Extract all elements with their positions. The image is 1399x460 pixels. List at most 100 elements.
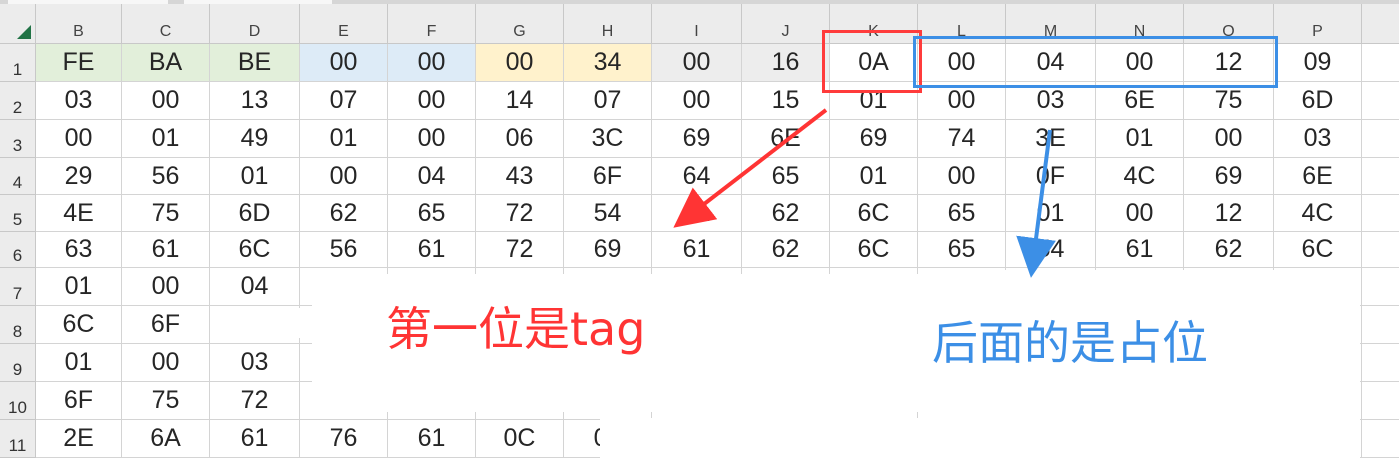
cell-b5[interactable]: 4E — [36, 195, 122, 232]
cell-d2[interactable]: 13 — [210, 82, 300, 120]
column-header-m[interactable]: M — [1006, 4, 1096, 44]
cell-l1[interactable]: 00 — [918, 44, 1006, 82]
cell-l2[interactable]: 00 — [918, 82, 1006, 120]
cell-partial[interactable] — [1362, 382, 1399, 420]
cell-j3[interactable]: 6E — [742, 120, 830, 158]
cell-e6[interactable]: 56 — [300, 232, 388, 268]
cell-partial[interactable] — [1362, 268, 1399, 306]
cell-f3[interactable]: 00 — [388, 120, 476, 158]
cell-m3[interactable]: 3E — [1006, 120, 1096, 158]
cell-p6[interactable]: 6C — [1274, 232, 1362, 268]
cell-c8[interactable]: 6F — [122, 306, 210, 344]
cell-b1[interactable]: FE — [36, 44, 122, 82]
cell-k6[interactable]: 6C — [830, 232, 918, 268]
cell-e5[interactable]: 62 — [300, 195, 388, 232]
cell-b10[interactable]: 6F — [36, 382, 122, 420]
cell-k1[interactable]: 0A — [830, 44, 918, 82]
column-header-c[interactable]: C — [122, 4, 210, 44]
cell-f6[interactable]: 61 — [388, 232, 476, 268]
cell-p3[interactable]: 03 — [1274, 120, 1362, 158]
row-header-9[interactable]: 9 — [0, 344, 36, 382]
cell-f4[interactable]: 04 — [388, 158, 476, 195]
row-header-11[interactable]: 11 — [0, 420, 36, 458]
row-header-7[interactable]: 7 — [0, 268, 36, 306]
cell-c2[interactable]: 00 — [122, 82, 210, 120]
column-header-i[interactable]: I — [652, 4, 742, 44]
cell-partial[interactable] — [1362, 344, 1399, 382]
cell-m2[interactable]: 03 — [1006, 82, 1096, 120]
row-header-8[interactable]: 8 — [0, 306, 36, 344]
cell-m1[interactable]: 04 — [1006, 44, 1096, 82]
cell-c6[interactable]: 61 — [122, 232, 210, 268]
cell-g11[interactable]: 0C — [476, 420, 564, 458]
cell-o2[interactable]: 75 — [1184, 82, 1274, 120]
cell-o5[interactable]: 12 — [1184, 195, 1274, 232]
row-header-4[interactable]: 4 — [0, 158, 36, 195]
cell-c9[interactable]: 00 — [122, 344, 210, 382]
column-header-e[interactable]: E — [300, 4, 388, 44]
cell-n5[interactable]: 00 — [1096, 195, 1184, 232]
cell-j1[interactable]: 16 — [742, 44, 830, 82]
cell-b7[interactable]: 01 — [36, 268, 122, 306]
cell-j5[interactable]: 62 — [742, 195, 830, 232]
cell-b8[interactable]: 6C — [36, 306, 122, 344]
cell-b9[interactable]: 01 — [36, 344, 122, 382]
row-header-2[interactable]: 2 — [0, 82, 36, 120]
cell-b2[interactable]: 03 — [36, 82, 122, 120]
column-header-b[interactable]: B — [36, 4, 122, 44]
column-header-l[interactable]: L — [918, 4, 1006, 44]
column-header-h[interactable]: H — [564, 4, 652, 44]
cell-h2[interactable]: 07 — [564, 82, 652, 120]
cell-l6[interactable]: 65 — [918, 232, 1006, 268]
cell-f11[interactable]: 61 — [388, 420, 476, 458]
row-header-1[interactable]: 1 — [0, 44, 36, 82]
cell-l3[interactable]: 74 — [918, 120, 1006, 158]
cell-i4[interactable]: 64 — [652, 158, 742, 195]
row-header-5[interactable]: 5 — [0, 195, 36, 232]
cell-p2[interactable]: 6D — [1274, 82, 1362, 120]
cell-c11[interactable]: 6A — [122, 420, 210, 458]
cell-b3[interactable]: 00 — [36, 120, 122, 158]
cell-f2[interactable]: 00 — [388, 82, 476, 120]
select-all-button[interactable] — [0, 4, 36, 44]
cell-d10[interactable]: 72 — [210, 382, 300, 420]
cell-n3[interactable]: 01 — [1096, 120, 1184, 158]
cell-partial[interactable] — [1362, 232, 1399, 268]
cell-h6[interactable]: 69 — [564, 232, 652, 268]
cell-j4[interactable]: 65 — [742, 158, 830, 195]
column-header-p[interactable]: P — [1274, 4, 1362, 44]
cell-f5[interactable]: 65 — [388, 195, 476, 232]
cell-g3[interactable]: 06 — [476, 120, 564, 158]
cell-l5[interactable]: 65 — [918, 195, 1006, 232]
column-header-o[interactable]: O — [1184, 4, 1274, 44]
cell-m5[interactable]: 01 — [1006, 195, 1096, 232]
cell-h3[interactable]: 3C — [564, 120, 652, 158]
cell-d9[interactable]: 03 — [210, 344, 300, 382]
cell-i5[interactable]: 61 — [652, 195, 742, 232]
cell-d6[interactable]: 6C — [210, 232, 300, 268]
cell-k5[interactable]: 6C — [830, 195, 918, 232]
cell-k4[interactable]: 01 — [830, 158, 918, 195]
cell-j6[interactable]: 62 — [742, 232, 830, 268]
cell-m6[interactable]: 54 — [1006, 232, 1096, 268]
cell-g4[interactable]: 43 — [476, 158, 564, 195]
cell-d3[interactable]: 49 — [210, 120, 300, 158]
cell-d7[interactable]: 04 — [210, 268, 300, 306]
cell-b4[interactable]: 29 — [36, 158, 122, 195]
cell-h5[interactable]: 54 — [564, 195, 652, 232]
cell-n1[interactable]: 00 — [1096, 44, 1184, 82]
cell-i2[interactable]: 00 — [652, 82, 742, 120]
cell-k3[interactable]: 69 — [830, 120, 918, 158]
cell-c10[interactable]: 75 — [122, 382, 210, 420]
cell-partial[interactable] — [1362, 420, 1399, 458]
cell-d11[interactable]: 61 — [210, 420, 300, 458]
cell-d1[interactable]: BE — [210, 44, 300, 82]
cell-e2[interactable]: 07 — [300, 82, 388, 120]
cell-partial[interactable] — [1362, 82, 1399, 120]
cell-e11[interactable]: 76 — [300, 420, 388, 458]
row-header-10[interactable]: 10 — [0, 382, 36, 420]
cell-i6[interactable]: 61 — [652, 232, 742, 268]
cell-d4[interactable]: 01 — [210, 158, 300, 195]
cell-h1[interactable]: 34 — [564, 44, 652, 82]
cell-m4[interactable]: 0F — [1006, 158, 1096, 195]
